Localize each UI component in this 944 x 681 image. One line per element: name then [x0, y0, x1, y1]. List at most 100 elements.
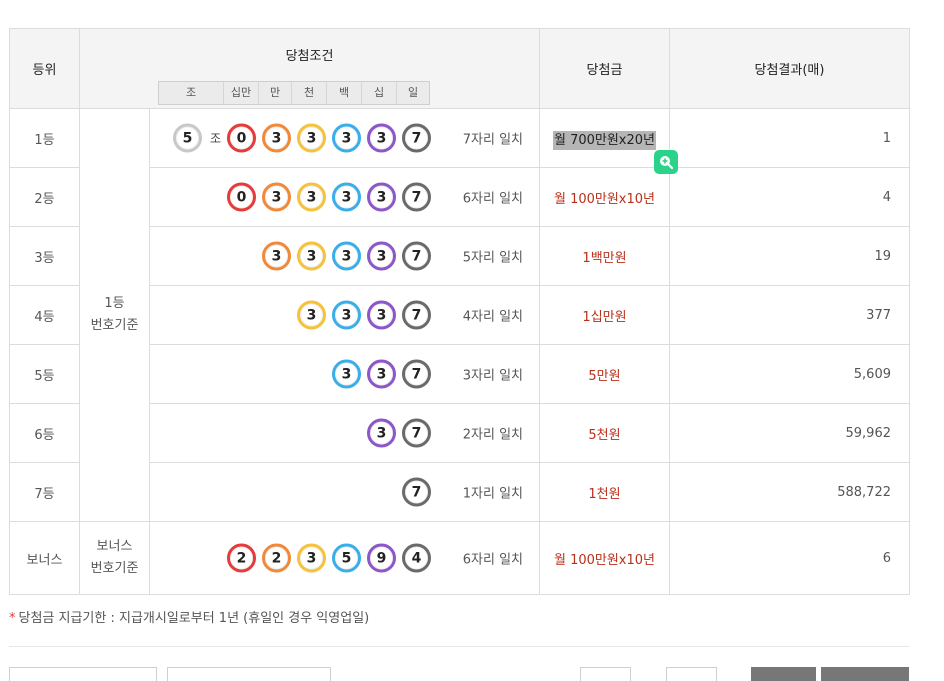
ball: 3: [332, 241, 361, 271]
rank-cell: 7등: [9, 462, 80, 522]
balls-cell: 3 7 2자리 일치: [149, 403, 540, 463]
rank-cell: 4등: [9, 285, 80, 345]
unit-cheon: 천: [291, 82, 326, 104]
count-cell: 6: [669, 521, 910, 595]
ball: 3: [367, 418, 396, 448]
ball-group: 3 3 7: [326, 359, 431, 389]
balls-cell: 7 1자리 일치: [149, 462, 540, 522]
prize-highlighted-text[interactable]: 월 700만원x20년: [552, 130, 657, 150]
ball: 7: [402, 477, 431, 507]
ball-group: 3 7: [361, 418, 431, 448]
prize-cell: 5만원: [539, 344, 670, 404]
ball: 3: [262, 241, 291, 271]
ball: 2: [262, 543, 291, 573]
prize-cell: 1천원: [539, 462, 670, 522]
basis-bonus-line1: 보너스: [96, 539, 133, 554]
match-text: 1자리 일치: [462, 486, 523, 502]
ball: 3: [297, 182, 326, 212]
ball: 3: [332, 123, 361, 153]
match-text: 4자리 일치: [462, 309, 523, 325]
basis-first-number: 1등 번호기준: [79, 108, 150, 522]
ball-jo: 5: [172, 123, 202, 153]
bottom-action-button-1[interactable]: [9, 667, 157, 681]
balls-cell: 3 3 3 7 4자리 일치: [149, 285, 540, 345]
payment-deadline-note: * 당첨금 지급기한 : 지급개시일로부터 1년 (휴일인 경우 익영업일): [9, 607, 369, 626]
jo-label: 조: [209, 131, 221, 146]
ball: 3: [262, 123, 291, 153]
winning-results-table: 등위 당첨조건 조 십만 만 천 백 십 일 당첨금 당첨결과(매) 1등 1등…: [9, 28, 910, 595]
prize-cell: 월 100만원x10년: [539, 521, 670, 595]
ball: 3: [367, 241, 396, 271]
bottom-dark-button-1[interactable]: [751, 667, 816, 681]
section-divider: [9, 646, 909, 647]
ball: 4: [402, 543, 431, 573]
results-table-wrapper: 등위 당첨조건 조 십만 만 천 백 십 일 당첨금 당첨결과(매) 1등 1등…: [9, 28, 910, 595]
prize-cell: 월 100만원x10년: [539, 167, 670, 227]
match-text: 3자리 일치: [462, 368, 523, 384]
ball-group: 3 3 3 7: [291, 300, 431, 330]
ball: 7: [402, 418, 431, 448]
ball: 3: [297, 123, 326, 153]
ball: 3: [367, 182, 396, 212]
unit-sipman: 십만: [223, 82, 258, 104]
count-cell: 588,722: [669, 462, 910, 522]
rank-cell: 보너스: [9, 521, 80, 595]
header-rank: 등위: [9, 28, 80, 109]
prize-cell: 1십만원: [539, 285, 670, 345]
bottom-action-button-2[interactable]: [167, 667, 331, 681]
ball: 3: [297, 543, 326, 573]
ball-group: 3 3 3 3 7: [256, 241, 431, 271]
basis-bonus-number: 보너스 번호기준: [79, 521, 150, 595]
ball: 7: [402, 359, 431, 389]
match-text: 6자리 일치: [462, 191, 523, 207]
table-header-row: 등위 당첨조건 조 십만 만 천 백 십 일 당첨금 당첨결과(매): [9, 28, 910, 109]
ball: 3: [297, 300, 326, 330]
ball: 7: [402, 300, 431, 330]
match-text: 7자리 일치: [462, 132, 523, 148]
table-row-bonus: 보너스 보너스 번호기준 2 2 3 5 9 4 6자리 일치 월 100만원x…: [9, 521, 910, 595]
prize-cell: 1백만원: [539, 226, 670, 286]
ball: 7: [402, 123, 431, 153]
bottom-select-1[interactable]: [580, 667, 631, 681]
ball: 7: [402, 241, 431, 271]
header-result: 당첨결과(매): [669, 28, 910, 109]
count-cell: 4: [669, 167, 910, 227]
ball: 3: [367, 300, 396, 330]
match-text: 5자리 일치: [462, 250, 523, 266]
rank-cell: 5등: [9, 344, 80, 404]
note-asterisk: *: [9, 611, 16, 626]
balls-cell: 3 3 3 3 7 5자리 일치: [149, 226, 540, 286]
unit-il: 일: [396, 82, 429, 104]
header-condition-label: 당첨조건: [285, 49, 334, 64]
match-text: 6자리 일치: [462, 552, 523, 568]
ball: 9: [367, 543, 396, 573]
ball: 0: [227, 123, 256, 153]
zoom-in-icon[interactable]: [654, 150, 678, 174]
ball-group: 2 2 3 5 9 4: [221, 543, 431, 573]
rank-cell: 3등: [9, 226, 80, 286]
table-row-rank-1: 1등 1등 번호기준 5 조 0 3 3 3 3 7 7자리 일치 월 700만…: [9, 108, 910, 522]
balls-cell: 5 조 0 3 3 3 3 7 7자리 일치: [149, 108, 540, 168]
header-condition: 당첨조건 조 십만 만 천 백 십 일: [79, 28, 540, 109]
count-cell: 377: [669, 285, 910, 345]
ball: 3: [297, 241, 326, 271]
count-cell: 1: [669, 108, 910, 168]
prize-cell: 월 700만원x20년: [539, 108, 670, 168]
ball-group: 7: [396, 477, 431, 507]
count-cell: 5,609: [669, 344, 910, 404]
unit-jo: 조: [185, 86, 197, 99]
match-text: 2자리 일치: [462, 427, 523, 443]
unit-baek: 백: [326, 82, 361, 104]
note-text: 당첨금 지급기한 : 지급개시일로부터 1년 (휴일인 경우 익영업일): [18, 611, 370, 626]
ball: 7: [402, 182, 431, 212]
ball: 3: [262, 182, 291, 212]
unit-man: 만: [258, 82, 291, 104]
header-prize: 당첨금: [539, 28, 670, 109]
bottom-dark-button-2[interactable]: [821, 667, 909, 681]
count-cell: 59,962: [669, 403, 910, 463]
rank-cell: 1등: [9, 108, 80, 168]
basis-bonus-line2: 번호기준: [90, 561, 139, 576]
unit-sip: 십: [361, 82, 396, 104]
bottom-select-2[interactable]: [666, 667, 717, 681]
ball: 3: [367, 359, 396, 389]
